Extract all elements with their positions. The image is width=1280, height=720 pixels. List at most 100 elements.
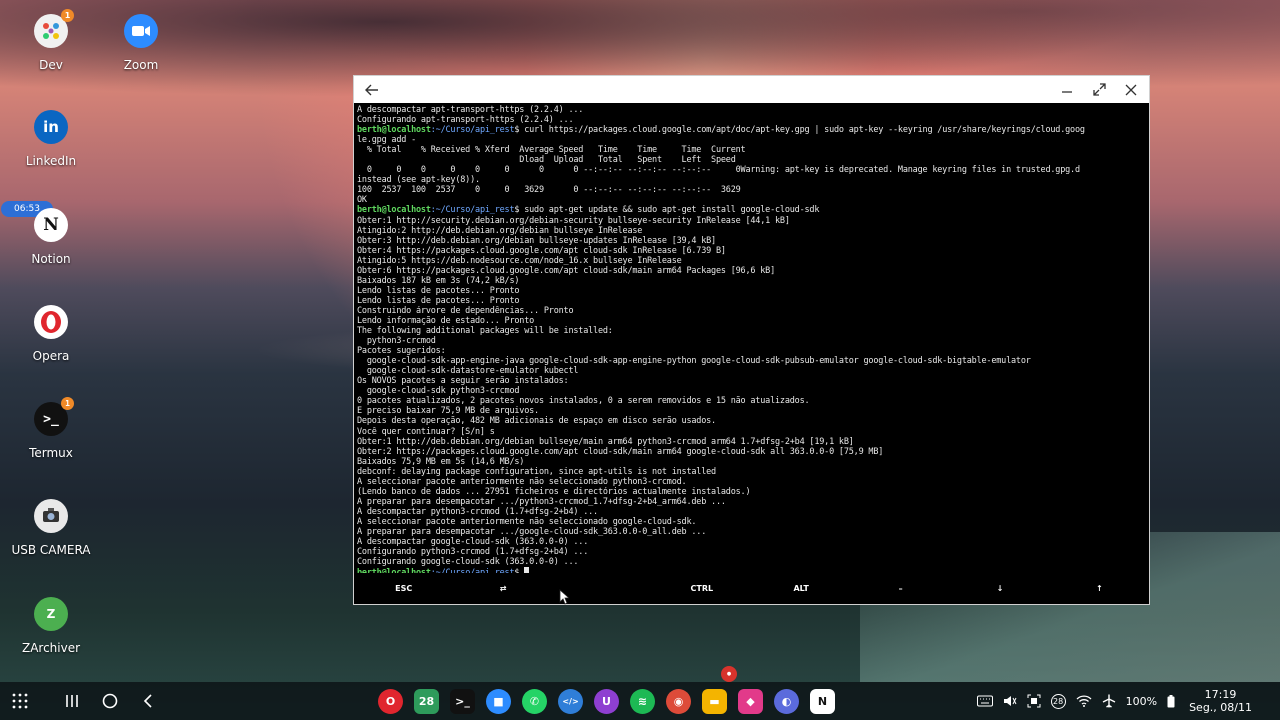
terminal-line: Atingido:5 https://deb.nodesource.com/no… [357, 255, 682, 266]
zoom-icon [124, 14, 158, 48]
prompt-command: $ sudo apt-get update && sudo apt-get in… [514, 205, 820, 216]
spotify-icon[interactable]: ≋ [630, 688, 655, 714]
terminal-line: A descompactar python3-crcmod (1.7+dfsg-… [357, 506, 598, 517]
maximize-icon[interactable] [1091, 82, 1107, 98]
terminal-line: google-cloud-sdk-datastore-emulator kube… [357, 366, 579, 377]
extra-key[interactable]: ⇄ [453, 584, 552, 593]
terminal-line: 0 pacotes atualizados, 2 pacotes novos i… [357, 396, 810, 407]
prompt-user: berth@localhost [357, 568, 431, 573]
screen-record-icon[interactable]: ● [721, 666, 737, 682]
terminal-prompt-line: berth@localhost:~/Curso/api_rest$ sudo a… [357, 205, 1146, 215]
notion-icon: N [34, 208, 68, 242]
minimize-icon[interactable] [1059, 82, 1075, 98]
terminal-line: A descompactar apt-transport-https (2.2.… [357, 105, 584, 115]
desktop-icon-linkedin[interactable]: in LinkedIn [1, 110, 101, 168]
desktop-icon-dev[interactable]: 1 Dev [1, 9, 101, 72]
terminal-line: Você quer continuar? [S/n] s [357, 426, 495, 437]
code-editor-icon[interactable]: </> [558, 688, 583, 714]
notification-count[interactable]: 28 [1050, 693, 1066, 709]
desktop-icon-label: Dev [39, 58, 63, 72]
whatsapp-icon[interactable]: ✆ [522, 688, 547, 714]
clock[interactable]: 17:19 Seg., 08/11 [1189, 688, 1252, 714]
terminal-line: Lendo informação de estado... Pronto [357, 315, 535, 326]
notification-badge: 1 [61, 9, 74, 22]
recent-apps-icon[interactable] [62, 691, 82, 711]
desktop-icon-label: USB CAMERA [11, 543, 91, 557]
close-icon[interactable] [1123, 82, 1139, 98]
terminal-line: Obter:6 https://packages.cloud.google.co… [357, 265, 775, 276]
terminal-line: python3-crcmod [357, 336, 436, 347]
terminal-line: le.gpg add - [357, 135, 417, 146]
linkedin-icon: in [34, 110, 68, 144]
u-app-icon[interactable]: U [594, 688, 619, 714]
desktop-icon-label: Zoom [123, 58, 159, 72]
terminal-line: Atingido:2 http://deb.debian.org/debian … [357, 225, 643, 236]
terminal-line: debconf: delaying package configuration,… [357, 466, 716, 477]
screenshot-icon[interactable] [1027, 694, 1041, 708]
terminal-line: Configurando apt-transport-https (2.2.4)… [357, 115, 574, 126]
terminal-line: Lendo listas de pacotes... Pronto [357, 285, 520, 296]
terminal-line: 0 0 0 0 0 0 0 0 --:--:-- --:--:-- --:--:… [357, 165, 1080, 176]
internet-icon[interactable]: ◐ [774, 688, 799, 714]
system-tray: 28 100% 17:19 Seg., 08/11 [976, 682, 1252, 720]
terminal-line: Obter:2 https://packages.cloud.google.co… [357, 446, 884, 457]
desktop-icon-termux[interactable]: >_ 1 Termux [1, 397, 101, 460]
termux-icon[interactable]: >_ [450, 688, 475, 714]
terminal-line: Construindo árvore de dependências... Pr… [357, 305, 574, 316]
terminal-line: instead (see apt-key(8)). [357, 175, 480, 186]
terminal-line: Baixados 187 kB em 3s (74,2 kB/s) [357, 275, 520, 286]
prompt-command: $ curl https://packages.cloud.google.com… [514, 125, 1085, 136]
mute-icon[interactable] [1003, 694, 1017, 708]
desktop-icon-opera[interactable]: Opera [1, 305, 101, 363]
terminal-line: Obter:1 http://deb.debian.org/debian bul… [357, 436, 854, 447]
terminal-line: A preparar para desempacotar .../python3… [357, 496, 726, 507]
terminal-line: Obter:1 http://security.debian.org/debia… [357, 215, 790, 226]
desktop-icon-label: Notion [31, 252, 71, 266]
terminal-line: Baixados 75,9 MB em 5s (14,6 MB/s) [357, 456, 525, 467]
home-icon[interactable] [100, 691, 120, 711]
keyboard-icon[interactable] [976, 695, 993, 707]
files-icon[interactable]: ▬ [702, 688, 727, 714]
desktop-icon-notion[interactable]: N Notion [1, 208, 101, 266]
clock-date: Seg., 08/11 [1189, 701, 1252, 714]
airplane-mode-icon [1102, 694, 1116, 708]
prompt-user: berth@localhost [357, 125, 431, 136]
terminal-prompt-line: berth@localhost:~/Curso/api_rest$ curl h… [357, 125, 1146, 135]
desktop-icon-zarchiver[interactable]: Z ZArchiver [1, 597, 101, 655]
desktop-icon-label: LinkedIn [25, 154, 77, 168]
zoom-icon[interactable]: ■ [486, 688, 511, 714]
taskbar: O 28 >_ ■ ✆ </> U ≋ ◉ ▬ ◆ ◐ N 28 100% 17:19 Seg., 08… [0, 682, 1280, 720]
extra-key[interactable]: ↑ [1050, 584, 1149, 593]
wifi-icon [1076, 695, 1092, 707]
extra-keys-bar: ESC ⇄ CTRL ALT – ↓ ↑ [354, 573, 1149, 604]
terminal-line: É preciso baixar 75,9 MB de arquivos. [357, 406, 539, 417]
back-icon[interactable] [138, 691, 158, 711]
extra-key[interactable]: ESC [354, 584, 453, 593]
terminal-output[interactable]: A descompactar apt-transport-https (2.2.… [354, 103, 1149, 573]
dev-folder-icon: 1 [34, 9, 74, 48]
window-titlebar [354, 76, 1149, 103]
calendar-icon[interactable]: 28 [414, 688, 439, 714]
terminal-line: A preparar para desempacotar .../google-… [357, 526, 707, 537]
extra-key[interactable]: – [851, 584, 950, 593]
desktop-icon-usb-camera[interactable]: USB CAMERA [1, 499, 101, 557]
terminal-line: Pacotes sugeridos: [357, 346, 446, 357]
extra-key[interactable]: CTRL [652, 584, 751, 593]
opera-icon[interactable]: O [378, 688, 403, 714]
app-drawer-icon[interactable] [10, 691, 30, 711]
terminal-line: Configurando python3-crcmod (1.7+dfsg-2+… [357, 547, 589, 558]
store-icon[interactable]: ◆ [738, 688, 763, 714]
desktop-icon-zoom[interactable]: Zoom [91, 14, 191, 72]
terminal-line: A seleccionar pacote anteriormente não s… [357, 476, 687, 487]
terminal-line: OK [357, 195, 367, 206]
notion-icon[interactable]: N [810, 688, 835, 714]
back-arrow-icon[interactable] [364, 82, 380, 98]
battery-percent: 100% [1125, 694, 1158, 708]
termux-icon: >_ 1 [34, 397, 74, 436]
chrome-icon[interactable]: ◉ [666, 688, 691, 714]
desktop-icon-label: ZArchiver [21, 641, 81, 655]
extra-key[interactable]: ALT [752, 584, 851, 593]
terminal-line: Os NOVOS pacotes a seguir serão instalad… [357, 376, 569, 387]
extra-key[interactable]: ↓ [950, 584, 1049, 593]
prompt-user: berth@localhost [357, 205, 431, 216]
